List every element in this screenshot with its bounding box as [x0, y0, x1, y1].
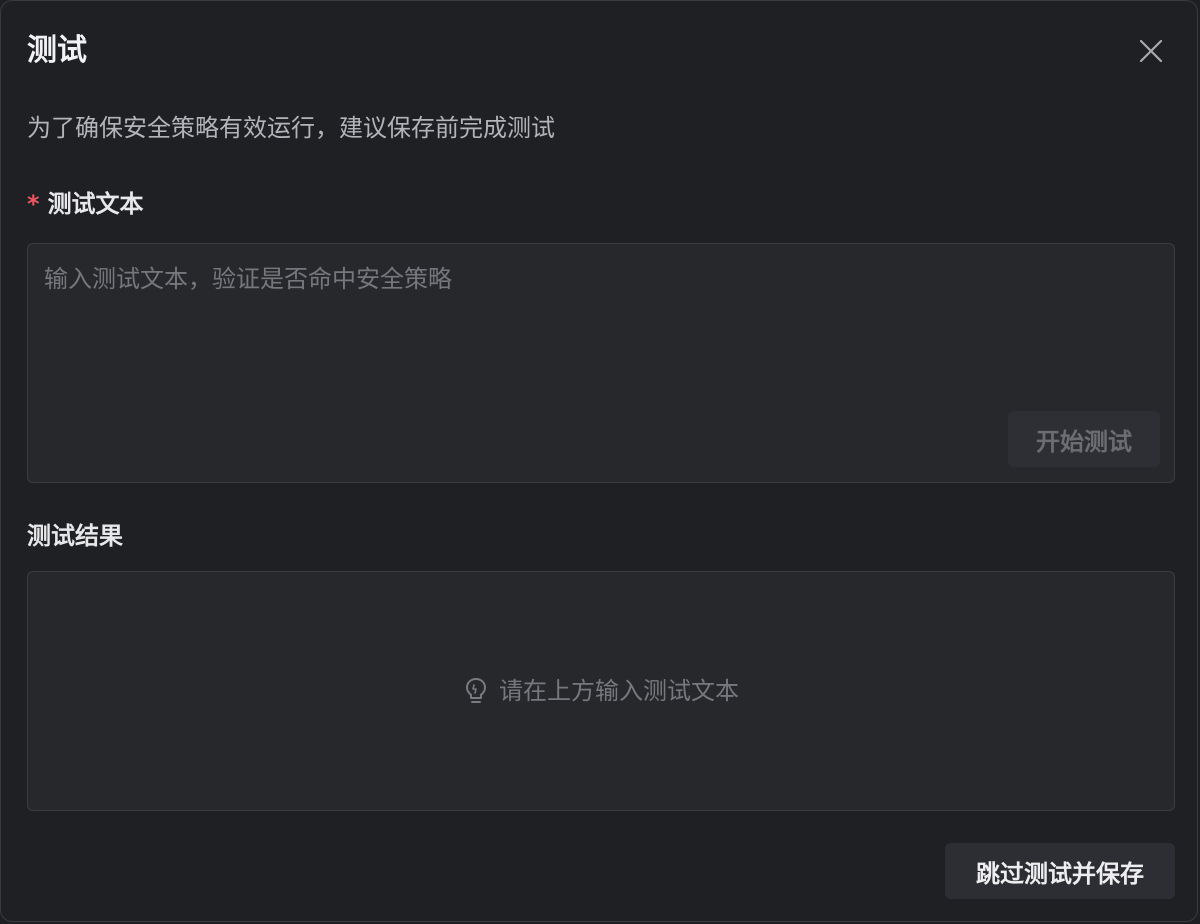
empty-state: 请在上方输入测试文本: [463, 674, 739, 708]
dialog-title: 测试: [27, 33, 87, 68]
lightbulb-icon: [463, 676, 489, 706]
test-text-input[interactable]: [44, 262, 1154, 412]
close-button[interactable]: [1131, 31, 1171, 71]
test-text-label: * 测试文本: [27, 187, 144, 221]
dialog-description: 为了确保安全策略有效运行，建议保存前完成测试: [27, 114, 555, 142]
skip-and-save-button[interactable]: 跳过测试并保存: [945, 843, 1175, 899]
close-icon: [1139, 39, 1163, 63]
empty-hint-text: 请在上方输入测试文本: [499, 677, 739, 705]
test-result-label: 测试结果: [27, 522, 123, 550]
test-text-label-text: 测试文本: [47, 190, 144, 218]
test-result-panel: 请在上方输入测试文本: [27, 571, 1175, 811]
test-text-field: 开始测试: [27, 243, 1175, 483]
test-dialog: 测试 为了确保安全策略有效运行，建议保存前完成测试 *测试文本 开始测试 测试结…: [0, 0, 1198, 922]
start-test-button[interactable]: 开始测试: [1008, 411, 1160, 467]
required-mark: *: [27, 190, 40, 218]
